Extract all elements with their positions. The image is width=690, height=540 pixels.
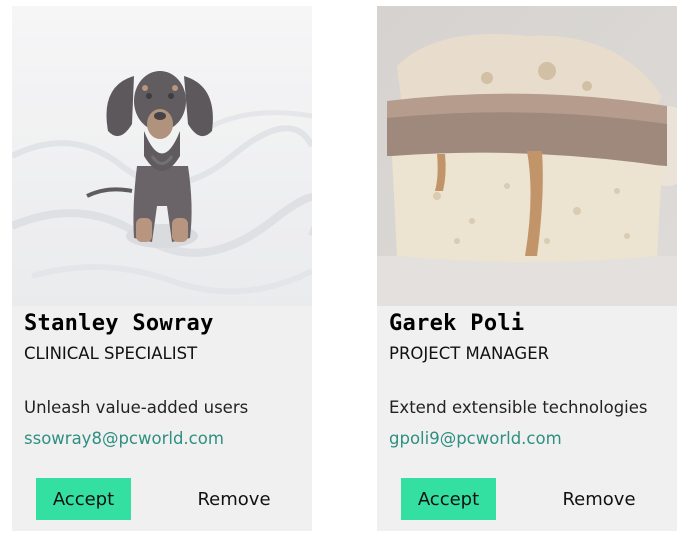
profile-card: Garek Poli PROJECT MANAGER Extend extens… [377, 6, 677, 531]
card-name: Garek Poli [389, 311, 525, 336]
remove-button[interactable]: Remove [549, 478, 649, 520]
remove-button[interactable]: Remove [184, 478, 284, 520]
email-link[interactable]: gpoli9@pcworld.com [389, 429, 562, 448]
card-role: PROJECT MANAGER [389, 344, 550, 363]
accept-button[interactable]: Accept [401, 478, 496, 520]
profile-photo-bread [377, 6, 677, 306]
card-name: Stanley Sowray [24, 311, 214, 336]
accept-button[interactable]: Accept [36, 478, 131, 520]
card-role: CLINICAL SPECIALIST [24, 344, 198, 363]
profile-photo-dog [12, 6, 312, 306]
profile-card: Stanley Sowray CLINICAL SPECIALIST Unlea… [12, 6, 312, 531]
card-description: Unleash value-added users [24, 398, 249, 417]
card-description: Extend extensible technologies [389, 398, 648, 417]
email-link[interactable]: ssowray8@pcworld.com [24, 429, 224, 448]
